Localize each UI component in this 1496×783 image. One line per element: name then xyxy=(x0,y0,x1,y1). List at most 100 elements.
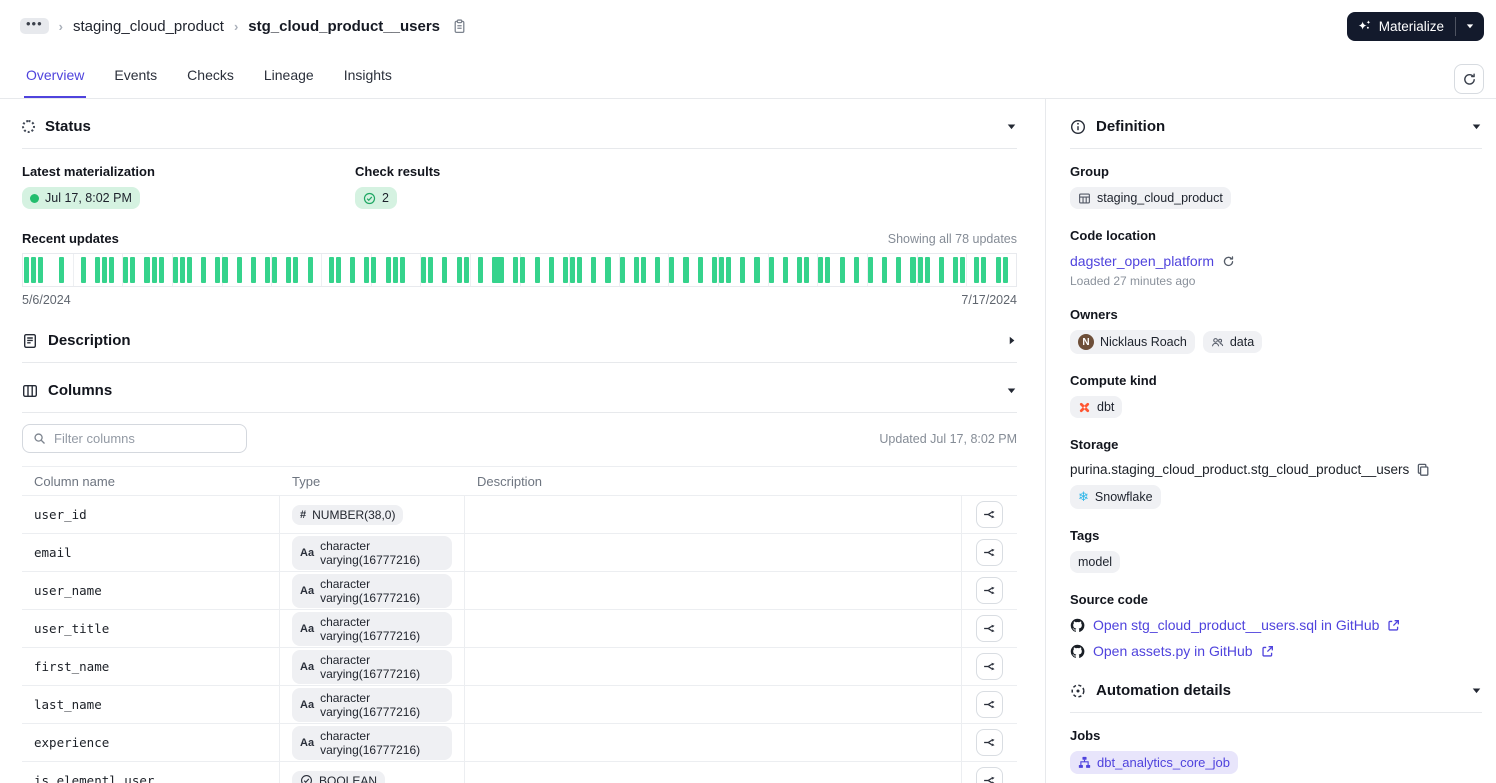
description-section-header[interactable]: Description xyxy=(22,313,1017,362)
chevron-down-icon[interactable] xyxy=(1471,121,1482,132)
owner-team-pill[interactable]: data xyxy=(1202,331,1263,353)
materialization-tick[interactable] xyxy=(201,257,207,283)
materialization-tick[interactable] xyxy=(754,257,760,283)
materialization-tick[interactable] xyxy=(655,257,661,283)
materialization-tick[interactable] xyxy=(222,257,228,283)
materialization-tick[interactable] xyxy=(520,257,526,283)
materialization-tick[interactable] xyxy=(335,257,342,283)
reload-code-location-icon[interactable] xyxy=(1222,255,1235,268)
columns-section-header[interactable]: Columns xyxy=(22,363,1017,412)
job-pill[interactable]: dbt_analytics_core_job xyxy=(1070,751,1238,774)
materialization-tick[interactable] xyxy=(924,257,930,283)
filter-columns-field[interactable] xyxy=(22,424,247,453)
materialization-tick[interactable] xyxy=(683,257,689,283)
tab-events[interactable]: Events xyxy=(112,55,159,98)
copy-storage-path-icon[interactable] xyxy=(1416,463,1430,477)
materialization-tick[interactable] xyxy=(938,257,944,283)
tag-pill[interactable]: model xyxy=(1070,551,1121,573)
github-source-link[interactable]: Open stg_cloud_product__users.sql in Git… xyxy=(1093,617,1379,633)
materialization-tick[interactable] xyxy=(477,257,483,283)
materialization-tick[interactable] xyxy=(910,257,916,283)
view-column-lineage-button[interactable] xyxy=(976,577,1003,604)
refresh-button[interactable] xyxy=(1454,64,1484,94)
automation-section-header[interactable]: Automation details xyxy=(1070,659,1482,712)
materialization-tick[interactable] xyxy=(179,257,185,283)
github-source-link[interactable]: Open assets.py in GitHub xyxy=(1093,643,1253,659)
materialization-tick[interactable] xyxy=(917,257,923,283)
chevron-right-icon[interactable] xyxy=(1006,335,1017,346)
view-column-lineage-button[interactable] xyxy=(976,729,1003,756)
materialization-tick[interactable] xyxy=(215,257,221,283)
materialization-tick[interactable] xyxy=(80,257,86,283)
view-column-lineage-button[interactable] xyxy=(976,501,1003,528)
materialization-tick[interactable] xyxy=(172,257,178,283)
chevron-down-icon[interactable] xyxy=(1006,121,1017,132)
materialization-tick[interactable] xyxy=(101,257,107,283)
materialization-tick[interactable] xyxy=(371,257,377,283)
materialization-tick[interactable] xyxy=(364,257,370,283)
materialization-tick[interactable] xyxy=(711,257,717,283)
tab-checks[interactable]: Checks xyxy=(185,55,236,98)
materialization-tick[interactable] xyxy=(186,257,193,283)
materialization-tick[interactable] xyxy=(867,257,873,283)
materialization-tick[interactable] xyxy=(23,257,29,283)
materialization-tick[interactable] xyxy=(286,257,292,283)
materialization-tick[interactable] xyxy=(151,257,157,283)
recent-updates-timeline[interactable] xyxy=(22,253,1017,287)
materialization-tick[interactable] xyxy=(272,257,278,283)
materialization-tick[interactable] xyxy=(570,257,576,283)
materialization-tick[interactable] xyxy=(818,257,824,283)
materialization-tick[interactable] xyxy=(399,257,405,283)
check-results-pill[interactable]: 2 xyxy=(355,187,397,209)
materialization-tick[interactable] xyxy=(456,257,462,283)
tab-insights[interactable]: Insights xyxy=(342,55,394,98)
materialization-tick[interactable] xyxy=(442,257,448,283)
materialization-tick[interactable] xyxy=(577,257,583,283)
materialization-tick[interactable] xyxy=(804,257,810,283)
breadcrumb-more-button[interactable]: ••• xyxy=(20,17,49,34)
materialization-tick[interactable] xyxy=(385,257,391,283)
materialization-tick[interactable] xyxy=(995,257,1001,283)
materialization-tick[interactable] xyxy=(30,257,37,283)
view-column-lineage-button[interactable] xyxy=(976,691,1003,718)
materialization-tick[interactable] xyxy=(640,257,647,283)
materialization-tick[interactable] xyxy=(108,257,115,283)
materialization-tick[interactable] xyxy=(726,257,732,283)
materialization-tick[interactable] xyxy=(59,257,65,283)
definition-section-header[interactable]: Definition xyxy=(1070,99,1482,148)
materialization-tick[interactable] xyxy=(591,257,597,283)
chevron-down-icon[interactable] xyxy=(1006,385,1017,396)
materialization-tick[interactable] xyxy=(463,257,469,283)
filter-columns-input[interactable] xyxy=(52,430,236,447)
status-section-header[interactable]: Status xyxy=(22,99,1017,148)
latest-materialization-pill[interactable]: Jul 17, 8:02 PM xyxy=(22,187,140,209)
code-location-link[interactable]: dagster_open_platform xyxy=(1070,253,1214,269)
materialization-tick[interactable] xyxy=(697,257,703,283)
materialization-tick[interactable] xyxy=(619,257,625,283)
materialization-tick[interactable] xyxy=(293,257,299,283)
materialization-tick[interactable] xyxy=(236,257,242,283)
materialization-tick[interactable] xyxy=(123,257,129,283)
storage-platform-pill[interactable]: ❄ Snowflake xyxy=(1070,485,1161,509)
tab-lineage[interactable]: Lineage xyxy=(262,55,316,98)
materialization-tick[interactable] xyxy=(740,257,746,283)
materialization-tick[interactable] xyxy=(534,257,540,283)
materialization-tick[interactable] xyxy=(499,257,505,283)
materialization-tick[interactable] xyxy=(350,257,356,283)
view-column-lineage-button[interactable] xyxy=(976,767,1003,783)
materialization-tick[interactable] xyxy=(250,257,256,283)
materialization-tick[interactable] xyxy=(265,257,271,283)
materialization-tick[interactable] xyxy=(953,257,959,283)
breadcrumb-parent-link[interactable]: staging_cloud_product xyxy=(73,18,224,35)
materialization-tick[interactable] xyxy=(513,257,519,283)
materialization-tick[interactable] xyxy=(562,257,568,283)
view-column-lineage-button[interactable] xyxy=(976,539,1003,566)
materialization-tick[interactable] xyxy=(669,257,675,283)
materialization-tick[interactable] xyxy=(548,257,554,283)
materialization-tick[interactable] xyxy=(974,257,980,283)
materialization-tick[interactable] xyxy=(130,257,136,283)
compute-kind-pill[interactable]: dbt xyxy=(1070,396,1123,418)
materialize-button[interactable]: Materialize xyxy=(1346,11,1484,41)
materialization-tick[interactable] xyxy=(896,257,902,283)
materialization-tick[interactable] xyxy=(718,257,725,283)
